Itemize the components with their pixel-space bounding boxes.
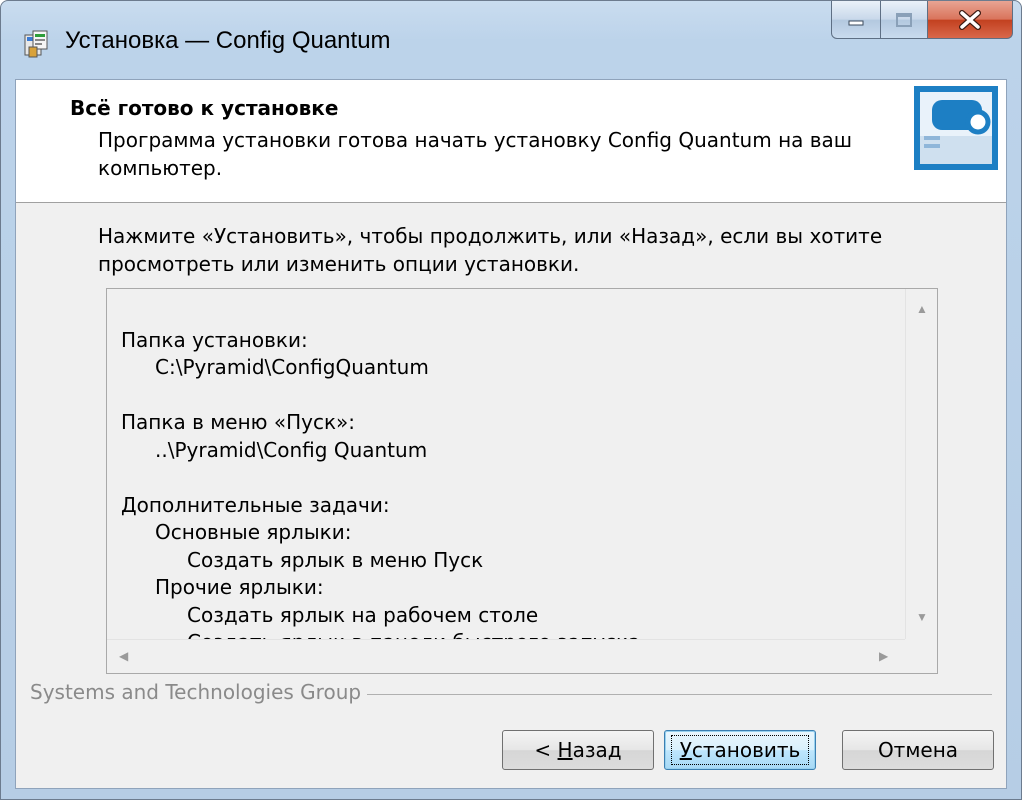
tasks-group-main: Основные ярлыки: [155, 520, 352, 544]
tasks-group-other: Прочие ярлыки: [155, 575, 324, 599]
cancel-button[interactable]: Отмена [842, 730, 994, 770]
title-bar[interactable]: Установка — Config Quantum [1, 1, 1021, 79]
scroll-left-arrow-icon[interactable]: ◀ [119, 650, 128, 662]
scroll-down-arrow-icon[interactable]: ▼ [916, 611, 928, 623]
maximize-icon [896, 12, 912, 27]
install-button[interactable]: Установить [664, 730, 816, 770]
window-title: Установка — Config Quantum [65, 27, 391, 54]
minimize-button[interactable] [831, 1, 881, 39]
maximize-button[interactable] [880, 1, 928, 39]
setup-app-icon [24, 30, 48, 58]
footer-branding: Systems and Technologies Group [30, 680, 368, 704]
minimize-icon [848, 20, 864, 25]
back-button-label: < Назад [534, 738, 622, 762]
scroll-right-arrow-icon[interactable]: ▶ [879, 650, 888, 662]
intro-text: Нажмите «Установить», чтобы продолжить, … [98, 224, 883, 276]
installer-window: Установка — Config Quantum Всё готово к … [0, 0, 1022, 800]
start-menu-value: ..\Pyramid\Config Quantum [155, 437, 428, 462]
scrollbar-corner [905, 639, 937, 673]
back-button[interactable]: < Назад [502, 730, 654, 770]
close-icon [959, 9, 981, 30]
summary-memo[interactable]: Папка установки: C:\Pyramid\ConfigQuantum… [106, 288, 938, 674]
cancel-button-label: Отмена [877, 738, 959, 762]
wizard-content: Всё готово к установке Программа установ… [15, 79, 1007, 789]
install-button-label: Установить [670, 735, 810, 765]
horizontal-scrollbar[interactable]: ◀ ▶ [107, 639, 905, 673]
tasks-label: Дополнительные задачи: [121, 492, 390, 517]
start-menu-label: Папка в меню «Пуск»: [121, 410, 356, 434]
close-button[interactable] [927, 1, 1013, 39]
page-title: Всё готово к установке [70, 96, 339, 120]
install-folder-label: Папка установки: [121, 327, 308, 352]
wizard-header: Всё готово к установке Программа установ… [16, 80, 1006, 203]
scroll-up-arrow-icon[interactable]: ▲ [916, 303, 928, 315]
install-folder-value: C:\Pyramid\ConfigQuantum [155, 355, 429, 379]
page-subtitle: Программа установки готова начать устано… [98, 128, 853, 180]
vertical-scrollbar[interactable]: ▲ ▼ [905, 289, 937, 639]
task-desktop-shortcut: Создать ярлык на рабочем столе [187, 602, 539, 627]
wizard-logo-icon [914, 86, 998, 170]
task-start-menu-shortcut: Создать ярлык в меню Пуск [187, 547, 484, 572]
